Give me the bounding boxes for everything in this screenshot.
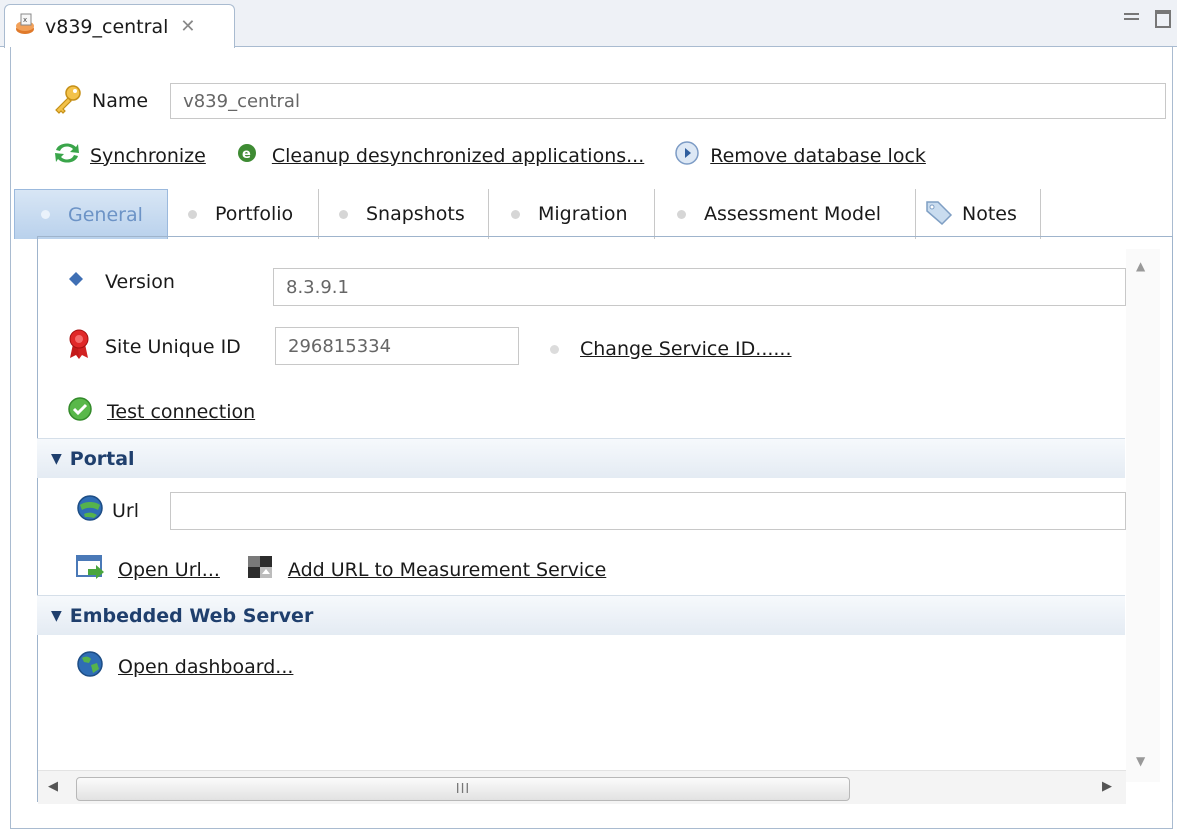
tab-dot-icon xyxy=(511,209,520,219)
tab-notes[interactable]: Notes xyxy=(916,189,1041,239)
tab-portfolio[interactable]: Portfolio xyxy=(168,189,319,239)
dot-icon xyxy=(550,344,559,354)
name-row: Name v839_central xyxy=(52,83,1173,119)
open-window-icon xyxy=(76,553,106,586)
name-field[interactable]: v839_central xyxy=(170,83,1167,119)
tab-label: Snapshots xyxy=(366,203,465,225)
editor-tab-title: v839_central xyxy=(45,15,169,38)
dashboard-row: Open dashboard... xyxy=(76,650,293,683)
tab-general[interactable]: General xyxy=(14,189,168,239)
cleanup-link[interactable]: Cleanup desynchronized applications... xyxy=(272,145,644,167)
tag-icon xyxy=(924,199,954,230)
name-label: Name xyxy=(92,90,149,112)
tab-label: Assessment Model xyxy=(704,203,882,225)
close-icon[interactable]: ✕ xyxy=(180,16,195,37)
editor-tab[interactable]: x v839_central ✕ xyxy=(4,4,235,48)
svg-text:x: x xyxy=(23,16,27,24)
check-circle-icon xyxy=(67,396,93,427)
site-id-field: 296815334 xyxy=(275,327,519,365)
change-service-row: Change Service ID...... xyxy=(550,338,792,360)
change-service-link[interactable]: Change Service ID...... xyxy=(580,338,792,360)
scroll-down-icon[interactable]: ▼ xyxy=(1136,754,1145,768)
version-field: 8.3.9.1 xyxy=(273,268,1126,306)
web-server-section-header[interactable]: ▼ Embedded Web Server xyxy=(37,595,1125,635)
measurement-icon xyxy=(246,554,274,585)
tab-snapshots[interactable]: Snapshots xyxy=(319,189,489,239)
globe-icon xyxy=(76,650,104,683)
name-value: v839_central xyxy=(183,90,300,112)
site-id-value: 296815334 xyxy=(288,335,392,357)
sync-icon xyxy=(52,140,82,171)
play-circle-icon xyxy=(674,140,700,171)
portal-section-header[interactable]: ▼ Portal xyxy=(37,438,1125,478)
diamond-icon xyxy=(67,270,85,293)
globe-icon xyxy=(76,494,104,527)
cleanup-icon: e xyxy=(236,142,258,169)
tab-dot-icon xyxy=(41,210,50,219)
scroll-right-icon[interactable]: ▶ xyxy=(1102,779,1112,794)
horizontal-scrollbar[interactable]: ◀ III ▶ xyxy=(38,770,1126,804)
version-label: Version xyxy=(105,270,175,293)
open-url-link[interactable]: Open Url... xyxy=(118,559,220,581)
add-url-link[interactable]: Add URL to Measurement Service xyxy=(288,559,606,581)
actions-row: Synchronize e Cleanup desynchronized app… xyxy=(52,140,926,171)
tabbar: General Portfolio Snapshots Migration As… xyxy=(14,189,1041,239)
site-id-row: Site Unique ID xyxy=(67,328,241,365)
url-label: Url xyxy=(112,499,139,522)
scroll-left-icon[interactable]: ◀ xyxy=(48,779,58,794)
version-row: Version xyxy=(67,270,175,293)
editor-tabbar: x v839_central ✕ xyxy=(0,0,1177,48)
url-input[interactable] xyxy=(170,492,1126,530)
scroll-thumb-grip: III xyxy=(455,781,471,797)
test-connection-row: Test connection xyxy=(67,396,255,427)
remove-lock-link[interactable]: Remove database lock xyxy=(710,145,926,167)
maximize-icon[interactable] xyxy=(1155,10,1171,28)
tab-dot-icon xyxy=(677,209,686,219)
scroll-thumb[interactable]: III xyxy=(76,777,850,801)
tab-label: General xyxy=(68,203,143,226)
ribbon-icon xyxy=(67,328,91,365)
site-id-label: Site Unique ID xyxy=(105,335,241,358)
url-row: Url xyxy=(76,494,139,527)
tab-dot-icon xyxy=(339,209,348,219)
database-icon: x xyxy=(13,12,37,41)
portal-actions-row: Open Url... Add URL to Measurement Servi… xyxy=(76,553,606,586)
scroll-up-icon[interactable]: ▲ xyxy=(1136,259,1145,273)
svg-text:e: e xyxy=(242,147,251,162)
synchronize-link[interactable]: Synchronize xyxy=(90,145,206,167)
minimize-icon[interactable] xyxy=(1124,13,1139,20)
tab-dot-icon xyxy=(188,209,197,219)
version-value: 8.3.9.1 xyxy=(286,276,349,298)
web-server-section-title: Embedded Web Server xyxy=(69,604,314,627)
tab-label: Portfolio xyxy=(215,203,294,225)
chevron-down-icon: ▼ xyxy=(51,450,62,467)
open-dashboard-link[interactable]: Open dashboard... xyxy=(118,656,293,678)
test-connection-link[interactable]: Test connection xyxy=(107,401,255,423)
portal-section-title: Portal xyxy=(69,447,135,470)
chevron-down-icon: ▼ xyxy=(51,607,62,624)
tab-migration[interactable]: Migration xyxy=(489,189,655,239)
tab-label: Migration xyxy=(538,203,628,225)
tab-assessment-model[interactable]: Assessment Model xyxy=(655,189,916,239)
vertical-scrollbar[interactable]: ▲ ▼ xyxy=(1126,249,1160,782)
key-icon xyxy=(52,84,82,119)
tab-label: Notes xyxy=(962,203,1017,225)
